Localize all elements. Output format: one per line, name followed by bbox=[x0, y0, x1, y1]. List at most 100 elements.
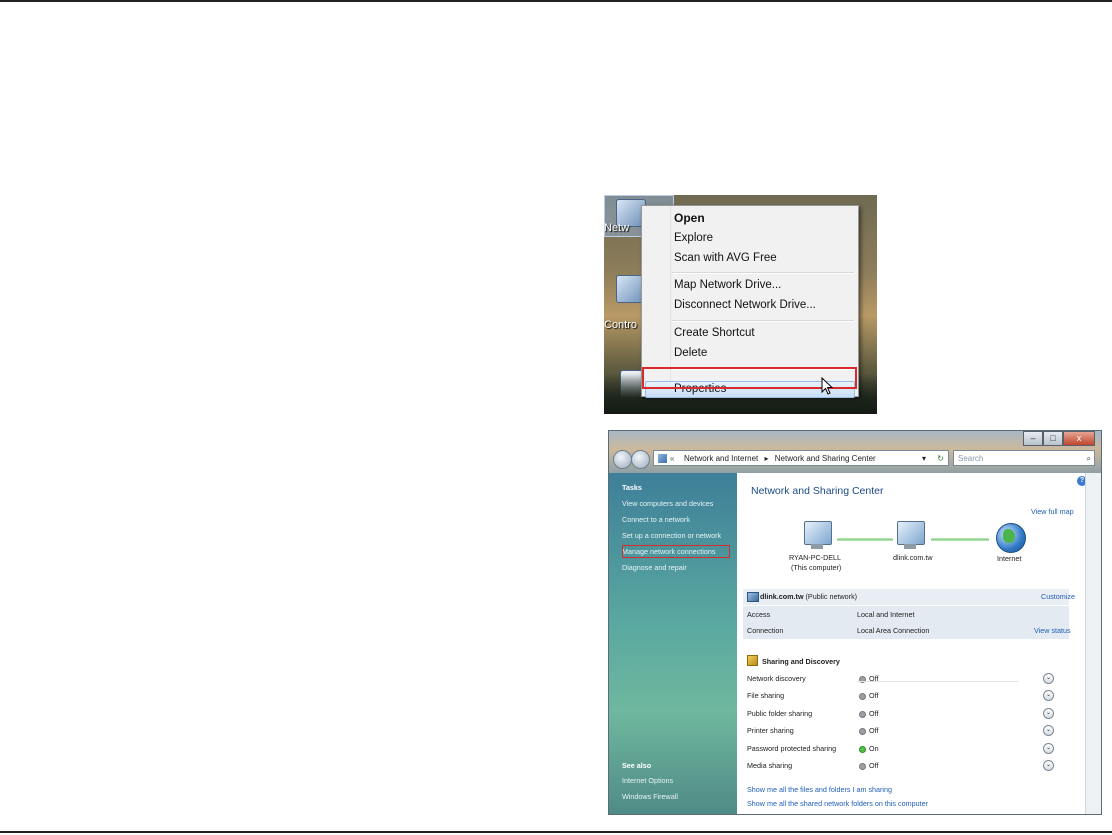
close-button[interactable]: x bbox=[1063, 431, 1095, 446]
customize-link[interactable]: Customize bbox=[1041, 592, 1075, 601]
sharing-row-label: Media sharing bbox=[747, 761, 793, 770]
sharing-row-label: Password protected sharing bbox=[747, 744, 837, 753]
computer-icon[interactable] bbox=[804, 521, 832, 545]
search-input[interactable]: Search ⌕ bbox=[953, 450, 1095, 466]
internet-globe-icon[interactable] bbox=[996, 523, 1026, 553]
back-button[interactable] bbox=[613, 450, 632, 469]
menu-separator bbox=[672, 320, 854, 322]
bottom-rule bbox=[0, 831, 1112, 833]
expand-chevron-icon[interactable]: ⌄ bbox=[1043, 760, 1054, 771]
internet-label: Internet bbox=[997, 554, 1022, 563]
network-name-bold: dlink.com.tw bbox=[760, 592, 804, 601]
sharing-row-label: Printer sharing bbox=[747, 726, 794, 735]
main-content: ? Network and Sharing Center View full m… bbox=[737, 473, 1093, 814]
globe-land bbox=[1003, 529, 1015, 543]
breadcrumb-network-sharing-center[interactable]: Network and Sharing Center bbox=[775, 454, 876, 463]
sharing-row-status: Off bbox=[859, 726, 878, 735]
sharing-row-status: Off bbox=[859, 709, 878, 718]
address-bar[interactable]: « Network and Internet ▸ Network and Sha… bbox=[653, 450, 949, 466]
sharing-row-status: On bbox=[859, 744, 879, 753]
sharing-row-value: Off bbox=[869, 761, 879, 770]
expand-chevron-icon[interactable]: ⌄ bbox=[1043, 725, 1054, 736]
menu-item-disconnect-network-drive[interactable]: Disconnect Network Drive... bbox=[674, 299, 816, 311]
connection-line bbox=[931, 538, 989, 541]
task-view-computers[interactable]: View computers and devices bbox=[622, 499, 713, 508]
show-shared-folders-link[interactable]: Show me all the shared network folders o… bbox=[747, 799, 928, 808]
status-off-icon bbox=[859, 710, 866, 718]
task-setup-connection[interactable]: Set up a connection or network bbox=[622, 531, 721, 540]
connection-label: Connection bbox=[747, 626, 784, 635]
address-dropdown-icon[interactable]: ▾ bbox=[922, 451, 926, 467]
maximize-button[interactable]: □ bbox=[1043, 431, 1063, 446]
connection-value: Local Area Connection bbox=[857, 626, 930, 635]
network-stand bbox=[904, 544, 916, 549]
sharing-header: Sharing and Discovery bbox=[762, 657, 840, 666]
sharing-row-value: Off bbox=[869, 726, 879, 735]
top-rule bbox=[0, 0, 1112, 2]
refresh-icon[interactable]: ↻ bbox=[937, 451, 944, 467]
status-on-icon bbox=[859, 745, 866, 753]
menu-item-create-shortcut[interactable]: Create Shortcut bbox=[674, 327, 755, 339]
sharing-row-value: Off bbox=[869, 709, 879, 718]
sharing-row-label: File sharing bbox=[747, 691, 785, 700]
minimize-button[interactable]: – bbox=[1023, 431, 1043, 446]
menu-separator bbox=[672, 272, 854, 274]
computer-subtitle: (This computer) bbox=[791, 563, 842, 572]
tasks-header: Tasks bbox=[622, 483, 642, 492]
expand-chevron-icon[interactable]: ⌄ bbox=[1043, 743, 1054, 754]
row-divider bbox=[857, 681, 1019, 682]
sharing-row-label: Network discovery bbox=[747, 674, 806, 683]
window-titlebar: – □ x « Network and Internet ▸ Network a… bbox=[609, 431, 1101, 473]
network-title: dlink.com.tw (Public network) bbox=[760, 592, 857, 601]
manage-connections-highlight-box bbox=[622, 545, 730, 558]
sharing-row-status: Off bbox=[859, 691, 878, 700]
menu-item-delete[interactable]: Delete bbox=[674, 347, 707, 359]
forward-button[interactable] bbox=[631, 450, 650, 469]
computer-name: RYAN-PC-DELL bbox=[789, 553, 842, 562]
network-sharing-center-window: – □ x « Network and Internet ▸ Network a… bbox=[608, 430, 1102, 815]
task-diagnose-repair[interactable]: Diagnose and repair bbox=[622, 563, 687, 572]
expand-chevron-icon[interactable]: ⌄ bbox=[1043, 673, 1054, 684]
tasks-pane: Tasks View computers and devices Connect… bbox=[609, 473, 737, 814]
vertical-scrollbar[interactable] bbox=[1085, 473, 1101, 814]
access-label: Access bbox=[747, 610, 771, 619]
window-controls: – □ x bbox=[1023, 431, 1095, 446]
menu-item-map-network-drive[interactable]: Map Network Drive... bbox=[674, 279, 781, 291]
menu-item-explore[interactable]: Explore bbox=[674, 232, 713, 244]
sharing-row-value: Off bbox=[869, 691, 879, 700]
control-panel-icon bbox=[658, 454, 667, 463]
network-icon[interactable] bbox=[897, 521, 925, 545]
expand-chevron-icon[interactable]: ⌄ bbox=[1043, 690, 1054, 701]
address-overflow-icon[interactable]: « bbox=[670, 451, 674, 467]
view-status-link[interactable]: View status bbox=[1034, 626, 1071, 635]
expand-chevron-icon[interactable]: ⌄ bbox=[1043, 708, 1054, 719]
show-shared-files-link[interactable]: Show me all the files and folders I am s… bbox=[747, 785, 892, 794]
desktop-label-network[interactable]: Netw bbox=[604, 222, 629, 234]
access-value: Local and Internet bbox=[857, 610, 915, 619]
page-title: Network and Sharing Center bbox=[751, 485, 884, 497]
status-off-icon bbox=[859, 692, 866, 700]
connection-line bbox=[837, 538, 893, 541]
breadcrumb-network-internet[interactable]: Network and Internet bbox=[684, 454, 758, 463]
menu-item-open[interactable]: Open bbox=[674, 211, 705, 225]
sharing-row-value: On bbox=[869, 744, 879, 753]
see-also-internet-options[interactable]: Internet Options bbox=[622, 776, 673, 785]
sharing-row-status: Off bbox=[859, 761, 878, 770]
menu-item-scan-avg[interactable]: Scan with AVG Free bbox=[674, 252, 777, 264]
network-type-icon bbox=[747, 592, 759, 602]
desktop-context-menu-screenshot: Netw Contro Open Explore Scan with AVG F… bbox=[604, 195, 877, 414]
computer-stand bbox=[811, 544, 823, 549]
mouse-cursor-icon bbox=[821, 377, 833, 395]
desktop-label-control-panel[interactable]: Contro bbox=[604, 319, 637, 331]
see-also-windows-firewall[interactable]: Windows Firewall bbox=[622, 792, 678, 801]
see-also-header: See also bbox=[622, 761, 652, 770]
sharing-icon bbox=[747, 655, 758, 666]
sharing-row-label: Public folder sharing bbox=[747, 709, 813, 718]
breadcrumb-separator-icon: ▸ bbox=[764, 454, 769, 463]
status-off-icon bbox=[859, 727, 866, 735]
search-placeholder: Search bbox=[958, 454, 984, 463]
task-connect-network[interactable]: Connect to a network bbox=[622, 515, 690, 524]
network-type: (Public network) bbox=[805, 592, 858, 601]
search-icon[interactable]: ⌕ bbox=[1087, 451, 1091, 467]
view-full-map-link[interactable]: View full map bbox=[1031, 507, 1074, 516]
